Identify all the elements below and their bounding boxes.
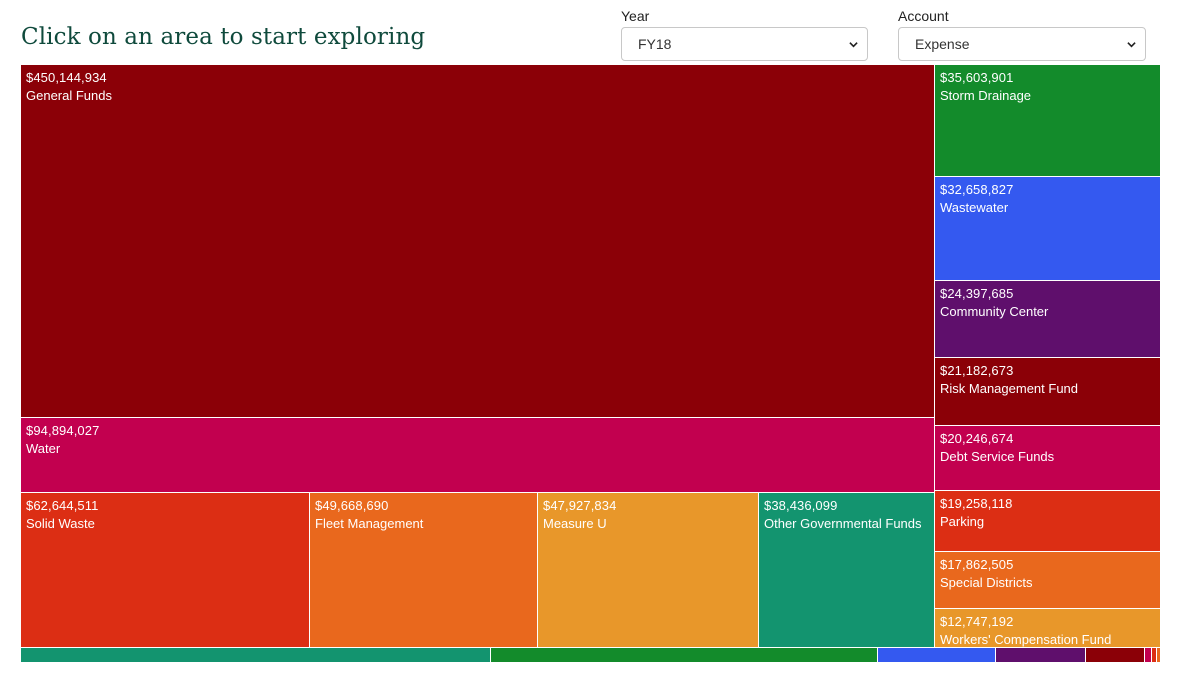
tile-name: Parking xyxy=(940,514,985,529)
treemap-tile-partial[interactable] xyxy=(877,647,996,663)
tile-value: $62,644,511 xyxy=(26,498,99,513)
tile-value: $12,747,192 xyxy=(940,614,1014,629)
treemap-tile[interactable]: $94,894,027 Water xyxy=(20,417,935,493)
tile-value: $21,182,673 xyxy=(940,363,1014,378)
treemap-tile[interactable]: $32,658,827 Wastewater xyxy=(934,176,1161,281)
year-select-value: FY18 xyxy=(638,36,672,52)
tile-value: $32,658,827 xyxy=(940,182,1014,197)
treemap-tile-partial[interactable] xyxy=(490,647,878,663)
treemap-tile[interactable]: $24,397,685 Community Center xyxy=(934,280,1161,358)
year-label: Year xyxy=(621,8,650,24)
tile-name: Measure U xyxy=(543,516,607,531)
treemap-tile[interactable]: $38,436,099 Other Governmental Funds xyxy=(758,492,935,648)
treemap-tile-partial[interactable] xyxy=(1085,647,1145,663)
treemap-tile-partial[interactable] xyxy=(20,647,491,663)
account-select-value: Expense xyxy=(915,36,970,52)
tile-name: Community Center xyxy=(940,304,1049,319)
page-title: Click on an area to start exploring xyxy=(21,24,426,50)
account-label: Account xyxy=(898,8,949,24)
tile-name: Debt Service Funds xyxy=(940,449,1055,464)
tile-value: $94,894,027 xyxy=(26,423,100,438)
tile-name: Solid Waste xyxy=(26,516,95,531)
tile-name: Fleet Management xyxy=(315,516,424,531)
treemap-tile[interactable]: $20,246,674 Debt Service Funds xyxy=(934,425,1161,491)
tile-value: $35,603,901 xyxy=(940,70,1014,85)
chevron-down-icon xyxy=(1127,41,1136,47)
tile-name: Wastewater xyxy=(940,200,1009,215)
treemap-tile-partial[interactable] xyxy=(1156,647,1161,663)
tile-name: Water xyxy=(26,441,61,456)
tile-value: $20,246,674 xyxy=(940,431,1014,446)
account-select[interactable]: Expense xyxy=(898,27,1146,61)
tile-value: $17,862,505 xyxy=(940,557,1014,572)
tile-name: Special Districts xyxy=(940,575,1033,590)
tile-value: $24,397,685 xyxy=(940,286,1014,301)
treemap-tile[interactable]: $19,258,118 Parking xyxy=(934,490,1161,552)
tile-name: Workers' Compensation Fund xyxy=(940,632,1112,647)
year-control: Year FY18 xyxy=(621,8,868,61)
tile-value: $49,668,690 xyxy=(315,498,389,513)
treemap-tile[interactable]: $17,862,505 Special Districts xyxy=(934,551,1161,609)
tile-value: $19,258,118 xyxy=(940,496,1013,511)
tile-name: Other Governmental Funds xyxy=(764,516,922,531)
treemap-tile-partial[interactable] xyxy=(995,647,1086,663)
tile-value: $38,436,099 xyxy=(764,498,838,513)
treemap-chart: $450,144,934 General Funds $94,894,027 Wate… xyxy=(20,64,1161,663)
treemap-tile[interactable]: $35,603,901 Storm Drainage xyxy=(934,64,1161,177)
treemap-tile[interactable]: $49,668,690 Fleet Management xyxy=(309,492,538,648)
treemap-tile[interactable]: $12,747,192 Workers' Compensation Fund xyxy=(934,608,1161,648)
treemap-tile[interactable]: $47,927,834 Measure U xyxy=(537,492,759,648)
year-select[interactable]: FY18 xyxy=(621,27,868,61)
tile-name: Storm Drainage xyxy=(940,88,1032,103)
account-control: Account Expense xyxy=(898,8,1146,61)
treemap-tile[interactable]: $450,144,934 General Funds xyxy=(20,64,935,418)
tile-value: $47,927,834 xyxy=(543,498,617,513)
chevron-down-icon xyxy=(849,41,858,47)
treemap-tile[interactable]: $62,644,511 Solid Waste xyxy=(20,492,310,648)
tile-name: Risk Management Fund xyxy=(940,381,1079,396)
tile-value: $450,144,934 xyxy=(26,70,107,85)
tile-name: General Funds xyxy=(26,88,112,103)
treemap-tile[interactable]: $21,182,673 Risk Management Fund xyxy=(934,357,1161,426)
